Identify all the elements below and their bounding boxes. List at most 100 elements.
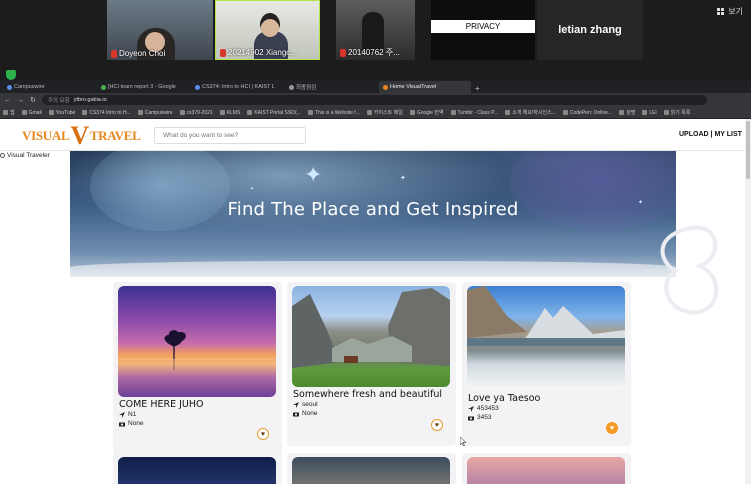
place-card[interactable]: Somewhere fresh and beautiful seoul None… — [287, 282, 456, 446]
nav-separator: | — [710, 131, 713, 138]
bookmark-item[interactable]: KLMS — [219, 110, 240, 116]
bookmark-favicon-icon — [21, 110, 27, 115]
bookmark-item[interactable]: Tumblr - Class P... — [450, 110, 498, 116]
bookmark-favicon-icon — [450, 110, 456, 115]
participant-tile[interactable]: 20140762 주... — [336, 0, 415, 60]
bookmark-favicon-icon — [247, 110, 253, 115]
bookmark-favicon-icon — [505, 110, 511, 115]
location-arrow-icon — [119, 411, 125, 418]
place-card[interactable] — [113, 453, 282, 484]
url-input[interactable]: 주의 요함 ytbro.gabia.io — [41, 95, 707, 105]
video-call-strip: Doyeon Choi 20214902 Xiangc... 20140762 … — [0, 0, 751, 80]
place-photo[interactable] — [292, 457, 450, 484]
favicon-icon — [383, 84, 388, 90]
side-label: Visual Traveler — [0, 152, 50, 159]
bookmark-item[interactable]: 읽기 목록 — [663, 109, 690, 116]
bookmark-item[interactable]: This is a Website f... — [307, 110, 360, 116]
bookmark-favicon-icon — [82, 110, 88, 115]
view-button[interactable]: 보기 — [717, 6, 743, 17]
site-header: VISUAL V TRAVEL UPLOAD | MY LIST — [0, 119, 745, 151]
bookmark-item[interactable]: YouTube — [48, 110, 75, 116]
place-photo[interactable] — [467, 286, 625, 390]
browser-tab[interactable]: [HCI team report 3 - Google — [97, 81, 189, 93]
place-card[interactable] — [287, 453, 456, 484]
bookmarks-bar: 앱 Gmail YouTube CS374 Intro to H... Campuswi… — [0, 107, 751, 119]
bookmark-favicon-icon — [562, 110, 568, 115]
browser-tab[interactable]: Campuswire — [3, 81, 95, 93]
browser-tab[interactable]: 최종점검 — [285, 81, 377, 93]
bookmark-favicon-icon — [619, 110, 625, 115]
bookmark-item[interactable]: 설명 — [619, 109, 635, 116]
security-shield-icon[interactable] — [6, 70, 16, 80]
place-card[interactable]: Love ya Taesoo 453453 3453 ♥ — [462, 282, 631, 446]
scrollbar-thumb[interactable] — [746, 121, 750, 179]
bookmark-favicon-icon — [366, 110, 372, 115]
new-tab-button[interactable]: + — [475, 84, 480, 93]
participant-tile[interactable]: 20214902 Xiangc... — [215, 0, 320, 60]
place-photo[interactable] — [292, 286, 450, 387]
bookmark-item[interactable]: KAIST Portal SSO(... — [247, 110, 301, 116]
address-bar-row: ← → ↻ 주의 요함 ytbro.gabia.io — [0, 93, 751, 107]
mic-muted-icon — [340, 48, 346, 57]
like-heart-button[interactable]: ♥ — [431, 419, 443, 431]
location-arrow-icon — [468, 405, 474, 412]
favicon-icon — [289, 84, 294, 90]
bookmark-item[interactable]: Campuswire — [137, 110, 173, 116]
card-title: Love ya Taesoo — [468, 393, 541, 404]
bookmark-favicon-icon — [642, 110, 648, 115]
search-input[interactable] — [154, 127, 306, 144]
back-icon[interactable]: ← — [4, 97, 11, 104]
favicon-icon — [101, 84, 106, 90]
bookmark-item[interactable]: LEi — [642, 110, 657, 116]
location-arrow-icon — [293, 401, 299, 408]
my-list-link[interactable]: MY LIST — [714, 131, 741, 138]
grid-icon — [717, 8, 725, 15]
decorative-wave — [660, 225, 719, 315]
forward-icon[interactable]: → — [17, 97, 24, 104]
upload-link[interactable]: UPLOAD — [679, 131, 709, 138]
browser-tab[interactable]: CS374: Intro to HCI | KAIST L — [191, 81, 283, 93]
bookmark-favicon-icon — [137, 110, 143, 115]
camera-icon — [293, 412, 299, 416]
browser-tab-active[interactable]: Home VisualTravel — [379, 81, 471, 93]
place-card[interactable]: COME HERE JUHO N1 None ♥ — [113, 282, 282, 456]
bookmark-item[interactable]: 앱 — [3, 109, 15, 116]
bookmark-favicon-icon — [663, 110, 669, 115]
star-icon: ✦ — [400, 175, 406, 182]
bookmark-favicon-icon — [3, 110, 8, 115]
like-heart-button[interactable]: ♥ — [606, 422, 618, 434]
bookmark-favicon-icon — [48, 110, 54, 115]
star-icon: ✦ — [304, 162, 323, 187]
participant-tile[interactable]: Doyeon Choi — [107, 0, 213, 60]
card-title: COME HERE JUHO — [119, 399, 204, 410]
place-photo[interactable] — [118, 286, 276, 397]
participant-tile[interactable]: PRIVACY — [431, 0, 535, 60]
bookmark-item[interactable]: CodePen: Online... — [562, 110, 612, 116]
site-logo[interactable]: VISUAL V TRAVEL — [22, 123, 141, 149]
webpage: VISUAL V TRAVEL UPLOAD | MY LIST Visual … — [0, 119, 751, 484]
bookmark-item[interactable]: Google 번역 — [409, 109, 444, 116]
bookmark-favicon-icon — [409, 110, 415, 115]
bookmark-item[interactable]: CS374 Intro to H... — [82, 110, 131, 116]
mouse-cursor-icon — [460, 437, 466, 446]
bookmark-item[interactable]: 카이스트 메일 — [366, 109, 403, 116]
hero-title: Find The Place and Get Inspired — [227, 199, 519, 220]
participant-tile[interactable]: letian zhang — [537, 0, 643, 60]
camera-icon — [119, 422, 125, 426]
bookmark-item[interactable]: cs379-2021 — [179, 110, 213, 116]
bookmark-item[interactable]: Gmail — [21, 110, 42, 116]
favicon-icon — [195, 84, 200, 90]
like-heart-button[interactable]: ♥ — [257, 428, 269, 440]
card-title: Somewhere fresh and beautiful — [293, 389, 442, 400]
browser-tab-strip: Campuswire [HCI team report 3 - Google C… — [0, 80, 751, 93]
reload-icon[interactable]: ↻ — [30, 96, 36, 104]
place-photo[interactable] — [118, 457, 276, 484]
mic-muted-icon — [111, 49, 117, 58]
bookmark-item[interactable]: 소개 해요!하시인스... — [505, 109, 556, 116]
camera-icon — [468, 416, 474, 420]
participant-name: letian zhang — [558, 24, 622, 36]
circle-icon — [0, 153, 5, 158]
place-card[interactable] — [462, 453, 631, 484]
header-nav: UPLOAD | MY LIST — [679, 131, 742, 138]
place-photo[interactable] — [467, 457, 625, 484]
